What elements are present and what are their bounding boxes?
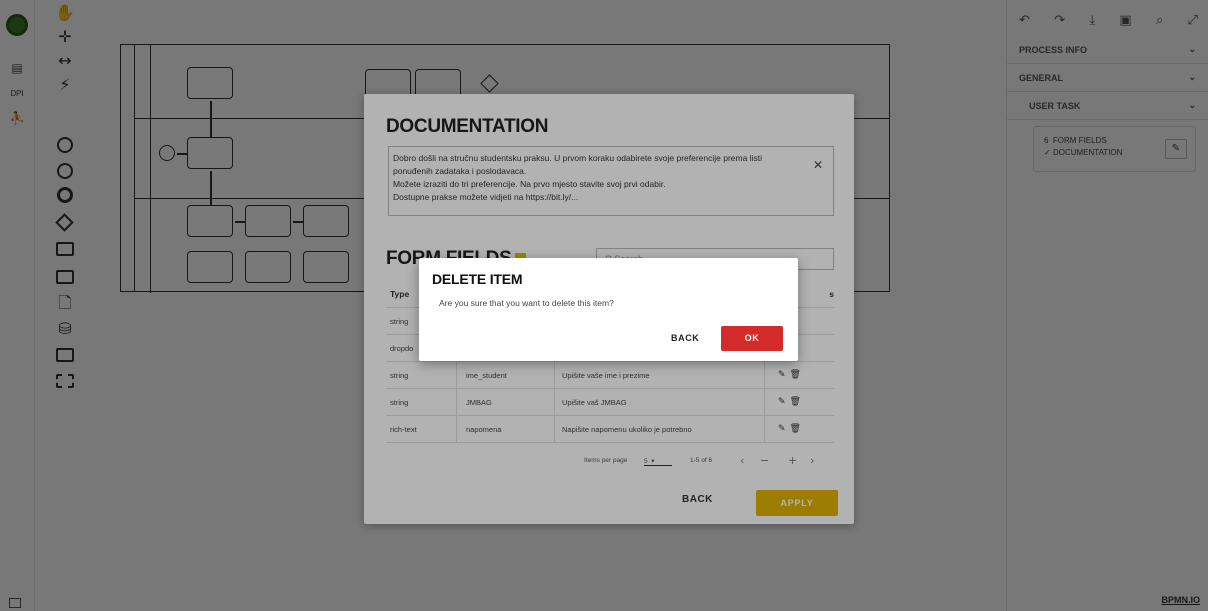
dialog-title: DELETE ITEM bbox=[432, 271, 523, 287]
ok-button[interactable]: OK bbox=[721, 326, 783, 351]
dialog-message: Are you sure that you want to delete thi… bbox=[439, 298, 614, 308]
delete-item-dialog: DELETE ITEM Are you sure that you want t… bbox=[419, 258, 798, 361]
back-button[interactable]: BACK bbox=[671, 333, 699, 343]
